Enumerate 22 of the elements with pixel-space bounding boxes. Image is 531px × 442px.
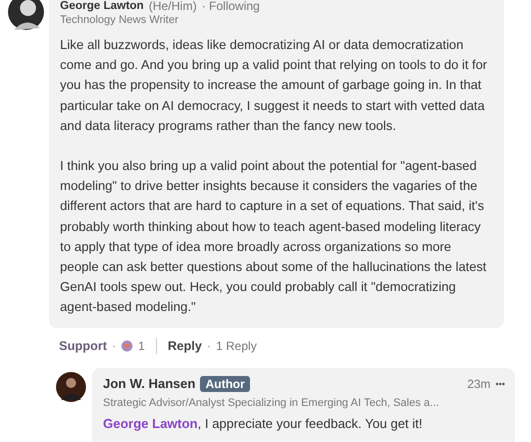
replies-link[interactable]: 1 Reply [216,338,257,353]
separator-dot: · [112,338,116,353]
author-name[interactable]: George Lawton [60,0,144,12]
reaction-icon [121,340,134,352]
mention-link[interactable]: George Lawton [103,416,198,431]
following-label: · Following [202,0,260,12]
author-headline: Technology News Writer [60,13,180,27]
reply-link[interactable]: Reply [168,338,202,353]
reply-text: , I appreciate your feedback. You get it! [198,416,422,431]
author-headline: Strategic Advisor/Analyst Specializing in Emerging AI Tech, Sales a... [103,396,440,410]
pronouns: (He/Him) [148,0,197,12]
timestamp: 23m [467,376,491,391]
author-badge: Author [200,376,250,392]
support-link[interactable]: Support [59,338,107,353]
comment-paragraph: Like all buzzwords, ideas like democratizing AI or data democratization come and go. And you bring up a valid point that relying on tools to do it for you has the propensity to increase the amount of garbage going in. In that particular take on AI democracy, I suggest it needs to start with vetted data and data literacy programs rather than the fancy new tools. [60,36,488,135]
separator-dot: · [206,338,211,353]
comment-paragraph: I think you also bring up a valid point about the potential for "agent-based modeling" to drive better insights because it considers the vagaries of the different actors that are hard to capture in a set of equations. That said, it's probably worth thinking about how to teach agent-based modeling literacy to apply that type of idea more broadly across organizations so more people can ask better questions about some of the hallucinations the latest GenAI tools spew out. Heck, you could probably call it "democratizing agent-based modeling." [60,157,488,316]
avatar[interactable] [56,372,86,402]
author-name[interactable]: Jon W. Hansen [103,376,196,392]
avatar[interactable] [8,0,44,30]
more-menu[interactable]: ••• [496,378,505,389]
reaction-count: 1 [138,338,145,353]
